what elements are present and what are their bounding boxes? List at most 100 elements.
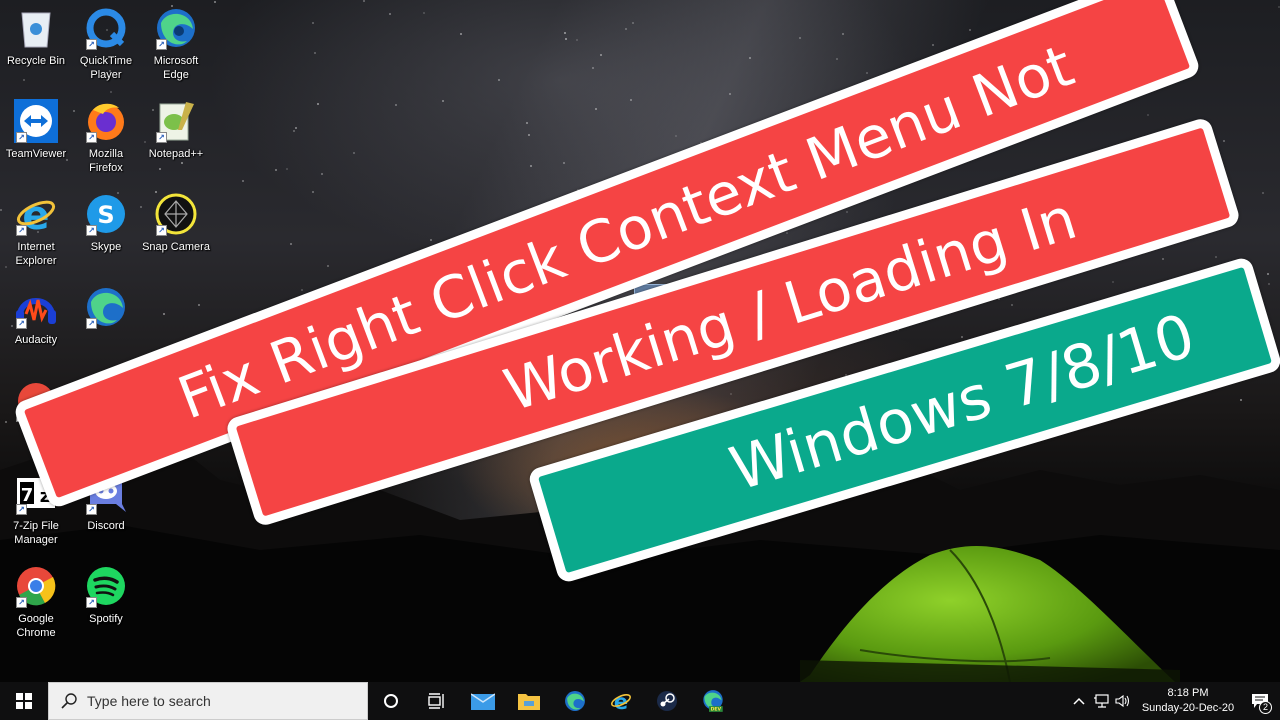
- desktop-icon-internet-explorer[interactable]: e ↗ Internet Explorer: [0, 192, 72, 268]
- shortcut-arrow-icon: ↗: [16, 132, 27, 143]
- star: [275, 169, 278, 172]
- desktop-icon-recycle-bin[interactable]: Recycle Bin: [0, 6, 72, 68]
- desktop-icon-google-chrome[interactable]: ↗ Google Chrome: [0, 564, 72, 640]
- star: [389, 12, 392, 15]
- desktop-icon-notepadpp[interactable]: ↗ Notepad++: [140, 99, 212, 161]
- svg-text:7: 7: [21, 485, 34, 506]
- star: [197, 304, 200, 307]
- star: [1112, 281, 1115, 284]
- network-button[interactable]: [1090, 682, 1112, 720]
- cortana-button[interactable]: [368, 682, 414, 720]
- star: [675, 135, 678, 138]
- shortcut-arrow-icon: ↗: [86, 318, 97, 329]
- shortcut-arrow-icon: ↗: [16, 597, 27, 608]
- task-view-button[interactable]: [414, 682, 460, 720]
- shortcut-arrow-icon: ↗: [16, 504, 27, 515]
- star: [632, 22, 635, 25]
- desktop-icon-label: TeamViewer: [5, 148, 67, 160]
- action-center-button[interactable]: 2: [1240, 682, 1280, 720]
- star: [213, 1, 216, 4]
- star: [728, 92, 731, 95]
- svg-text:S: S: [97, 201, 114, 229]
- desktop-icon-label: Spotify: [89, 613, 123, 625]
- shortcut-arrow-icon: ↗: [86, 597, 97, 608]
- star: [562, 162, 565, 165]
- star: [300, 288, 303, 291]
- star: [629, 98, 632, 101]
- star: [162, 313, 165, 316]
- star: [460, 33, 463, 36]
- shortcut-arrow-icon: ↗: [156, 225, 167, 236]
- star: [285, 167, 288, 170]
- star: [969, 28, 972, 31]
- edge-icon: ↗: [154, 6, 198, 50]
- taskbar-edge[interactable]: [552, 682, 598, 720]
- star: [1214, 256, 1217, 259]
- steam-icon: [657, 691, 677, 711]
- star: [749, 56, 752, 59]
- star: [1239, 398, 1242, 401]
- star: [866, 72, 869, 75]
- edge-dev-icon: DEV: [703, 690, 723, 713]
- taskbar-file-explorer[interactable]: [506, 682, 552, 720]
- shortcut-arrow-icon: ↗: [86, 504, 97, 515]
- chrome-icon: ↗: [14, 564, 58, 608]
- desktop-icon-teamviewer[interactable]: ↗ TeamViewer: [0, 99, 72, 161]
- taskbar-steam[interactable]: [644, 682, 690, 720]
- star: [1267, 273, 1270, 276]
- network-icon: [1094, 694, 1109, 708]
- desktop-icon-microsoft-edge[interactable]: ↗ Microsoft Edge: [140, 6, 212, 82]
- star: [1267, 283, 1270, 286]
- star: [960, 336, 963, 339]
- star: [497, 79, 500, 82]
- desktop-icon-label: Skype: [90, 241, 122, 253]
- skype-icon: S ↗: [84, 192, 128, 236]
- star: [317, 103, 320, 106]
- snap-camera-icon: ↗: [154, 192, 198, 236]
- show-hidden-icons-button[interactable]: [1068, 682, 1090, 720]
- star: [441, 99, 444, 102]
- svg-text:e: e: [614, 690, 628, 712]
- system-tray: 8:18 PM Sunday-20-Dec-20 2: [1068, 682, 1280, 720]
- star: [931, 44, 934, 47]
- search-icon: [61, 693, 77, 709]
- star: [592, 67, 595, 70]
- shortcut-arrow-icon: ↗: [156, 39, 167, 50]
- star: [1147, 113, 1150, 116]
- taskbar-internet-explorer[interactable]: e: [598, 682, 644, 720]
- volume-button[interactable]: [1112, 682, 1134, 720]
- desktop-icon-skype[interactable]: S ↗ Skype: [70, 192, 142, 254]
- taskbar: Type here to search e DEV 8:18 PM Sunday…: [0, 682, 1280, 720]
- star: [525, 122, 528, 125]
- start-button[interactable]: [0, 682, 48, 720]
- desktop-icon-label: Recycle Bin: [6, 55, 66, 67]
- star: [845, 211, 848, 214]
- desktop-icon-label: Discord: [87, 520, 125, 532]
- edge-icon: [565, 691, 585, 711]
- desktop-icon-edge-dev[interactable]: ↗: [70, 285, 142, 333]
- wallpaper-tent: [800, 545, 1180, 682]
- desktop-icon-snap-camera[interactable]: ↗ Snap Camera: [140, 192, 212, 254]
- desktop-icon-label: Google Chrome: [16, 613, 56, 639]
- shortcut-arrow-icon: ↗: [86, 225, 97, 236]
- desktop-icon-firefox[interactable]: ↗ Mozilla Firefox: [70, 99, 142, 175]
- clock-date: Sunday-20-Dec-20: [1141, 702, 1235, 714]
- desktop-icon-label: Internet Explorer: [15, 241, 57, 267]
- desktop-icon-quicktime[interactable]: ↗ QuickTime Player: [70, 6, 142, 82]
- star: [1161, 257, 1164, 260]
- star: [242, 180, 245, 183]
- star: [835, 58, 838, 61]
- star: [110, 90, 113, 93]
- desktop-icon-audacity[interactable]: ↗ Audacity: [0, 285, 72, 347]
- shortcut-arrow-icon: ↗: [16, 225, 27, 236]
- star: [625, 27, 628, 30]
- shortcut-arrow-icon: ↗: [86, 132, 97, 143]
- taskbar-edge-dev[interactable]: DEV: [690, 682, 736, 720]
- taskbar-search-box[interactable]: Type here to search: [48, 682, 368, 720]
- edge-dev-icon: ↗: [84, 285, 128, 329]
- desktop-icon-spotify[interactable]: ↗ Spotify: [70, 564, 142, 626]
- taskbar-mail[interactable]: [460, 682, 506, 720]
- star: [311, 21, 314, 24]
- taskbar-clock[interactable]: 8:18 PM Sunday-20-Dec-20: [1140, 686, 1236, 716]
- task-view-icon: [428, 693, 444, 709]
